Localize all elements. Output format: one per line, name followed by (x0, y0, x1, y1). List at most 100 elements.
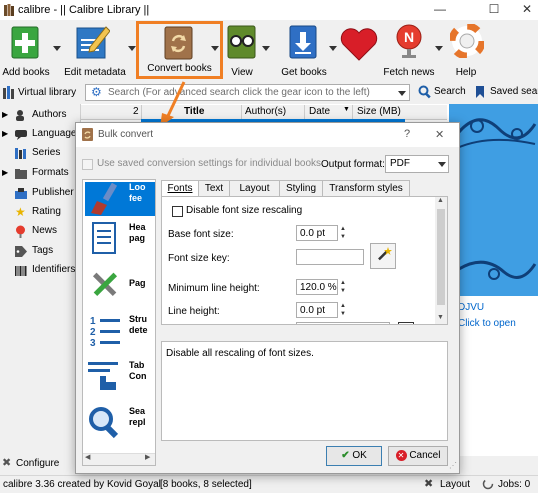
dialog-close-button[interactable]: ✕ (435, 128, 444, 141)
sidebar-item-authors[interactable]: ▶ Authors (0, 106, 80, 124)
column-header-date[interactable]: Date ▼ (304, 105, 353, 119)
app-icon (4, 4, 14, 16)
spin-updown-icon[interactable]: ▲ ▼ (339, 225, 347, 241)
layout-button[interactable]: ✖ Layout (424, 478, 476, 492)
column-header-size[interactable]: Size (MB) (352, 105, 406, 119)
sidebar-item-label: Series (32, 147, 61, 158)
sidebar-item-tags[interactable]: Tags (0, 242, 80, 260)
format-link[interactable]: DJVU (458, 302, 484, 313)
ok-button[interactable]: ✔ OK (326, 446, 382, 466)
sidebar-item-languages[interactable]: ▶ Languages (0, 125, 82, 143)
add-books-icon (11, 25, 41, 62)
scroll-left-icon[interactable]: ◀ (85, 453, 90, 461)
scroll-up-icon[interactable]: ▲ (437, 197, 444, 204)
output-format-select[interactable]: PDF (385, 155, 449, 173)
use-saved-settings-checkbox[interactable]: Use saved conversion settings for indivi… (82, 158, 321, 172)
minimize-button[interactable]: — (420, 0, 460, 20)
cancel-icon: ✕ (395, 449, 407, 461)
add-books-dropdown-icon[interactable] (53, 46, 61, 51)
category-heuristic-processing[interactable]: Hea pag (85, 222, 147, 258)
scroll-down-icon[interactable]: ▼ (437, 314, 444, 321)
heart-icon[interactable] (339, 26, 379, 65)
category-structure-detection[interactable]: 123 Stru dete (85, 314, 148, 350)
gear-icon[interactable]: ⚙ (91, 86, 102, 99)
font-size-key-input[interactable] (296, 249, 364, 265)
sidebar-item-formats[interactable]: ▶ Formats (0, 164, 80, 182)
get-books-dropdown-icon[interactable] (329, 46, 337, 51)
column-header-label: Size (MB) (357, 106, 401, 117)
virtual-library-button[interactable]: Virtual library (3, 86, 81, 102)
column-header-authors[interactable]: Author(s) (241, 105, 305, 119)
edit-metadata-label: Edit metadata (64, 67, 126, 78)
dialog-title: Bulk convert (98, 129, 154, 140)
sidebar-item-news[interactable]: News (0, 222, 80, 240)
sidebar-item-label: News (32, 225, 58, 236)
tab-layout[interactable]: Layout (229, 180, 280, 197)
cancel-button[interactable]: ✕ Cancel (388, 446, 448, 466)
category-table-of-contents[interactable]: Tab Con (85, 360, 147, 396)
spin-updown-icon[interactable]: ▲ ▼ (339, 279, 347, 295)
dialog-help-button[interactable]: ? (404, 128, 410, 140)
disable-font-rescaling-checkbox[interactable]: Disable font size rescaling (172, 205, 372, 219)
sidebar-item-rating[interactable]: ★ Rating (0, 203, 80, 221)
edit-metadata-dropdown-icon[interactable] (128, 46, 136, 51)
view-dropdown-icon[interactable] (262, 46, 270, 51)
base-font-size-input[interactable]: 0.0 pt (296, 225, 338, 241)
saved-searches-button[interactable]: Saved search (476, 85, 538, 101)
category-page-setup[interactable]: Pag (85, 268, 147, 304)
category-label: Stru dete (129, 314, 148, 335)
font-size-wizard-button[interactable] (370, 243, 396, 269)
spin-updown-icon[interactable]: ▲ ▼ (339, 302, 347, 318)
fonts-vscrollbar[interactable]: ▲ ▼ (435, 197, 447, 324)
scroll-right-icon[interactable]: ▶ (145, 453, 150, 461)
edit-metadata-icon (76, 25, 111, 62)
edit-metadata-button[interactable]: Edit metadata (62, 20, 128, 82)
convert-small-icon (82, 128, 93, 144)
tab-transform-styles[interactable]: Transform styles (322, 180, 410, 197)
search-button[interactable]: Search (418, 85, 468, 101)
add-books-button[interactable]: Add books (0, 20, 52, 82)
fetch-news-button[interactable]: N Fetch news (383, 20, 435, 82)
search-history-dropdown-icon[interactable] (398, 91, 406, 96)
clear-button[interactable] (398, 322, 414, 324)
embed-font-input[interactable] (296, 322, 390, 324)
column-header-label: Date (309, 106, 331, 117)
min-line-height-input[interactable]: 120.0 % (296, 279, 338, 295)
line-height-input[interactable]: 0.0 pt (296, 302, 338, 318)
category-label: Loo fee (129, 182, 146, 203)
jobs-button[interactable]: Jobs: 0 (482, 478, 538, 492)
scroll-thumb[interactable] (437, 209, 445, 305)
help-button[interactable]: Help (446, 20, 486, 82)
tab-label: Fonts (167, 183, 193, 194)
fetch-news-dropdown-icon[interactable] (435, 46, 443, 51)
click-to-open-link[interactable]: Click to open (458, 318, 516, 329)
tab-fonts[interactable]: Fonts (161, 180, 199, 197)
book-count: [8 books, 8 selected] (160, 479, 252, 490)
search-input[interactable]: ⚙ Search (For advanced search click the … (85, 84, 410, 101)
tools-icon (88, 268, 122, 305)
sidebar-item-label: Formats (32, 167, 69, 178)
tab-text[interactable]: Text (198, 180, 230, 197)
sidebar-item-label: Authors (32, 109, 67, 120)
tab-styling[interactable]: Styling (279, 180, 323, 197)
toolbar: Add books Edit metadata Convert books Vi… (0, 20, 538, 82)
get-books-button[interactable]: Get books (279, 20, 329, 82)
hand-pointer-icon (88, 360, 122, 397)
add-books-label: Add books (2, 67, 50, 78)
expand-arrow-icon: ▶ (2, 110, 9, 119)
view-button[interactable]: View (225, 20, 259, 82)
base-font-size-label: Base font size: (168, 229, 234, 240)
close-window-button[interactable]: ✕ (516, 0, 538, 20)
category-look-and-feel[interactable]: Loo fee (85, 182, 155, 216)
configure-button[interactable]: ✖ Configure (2, 456, 72, 472)
category-search-replace[interactable]: Sea repl (85, 406, 147, 442)
sidebar-item-series[interactable]: Series (0, 144, 80, 162)
resize-grip-icon[interactable]: ⋰ (449, 461, 457, 470)
line-height-label: Line height: (168, 306, 220, 317)
convert-books-dropdown-icon[interactable] (211, 46, 219, 51)
sidebar-item-identifiers[interactable]: Identifiers (0, 261, 80, 279)
category-hscrollbar[interactable]: ◀ ▶ (83, 453, 155, 465)
sidebar-item-publisher[interactable]: Publisher (0, 184, 80, 202)
maximize-button[interactable]: ☐ (474, 0, 514, 20)
convert-books-button[interactable]: Convert books (136, 21, 223, 79)
